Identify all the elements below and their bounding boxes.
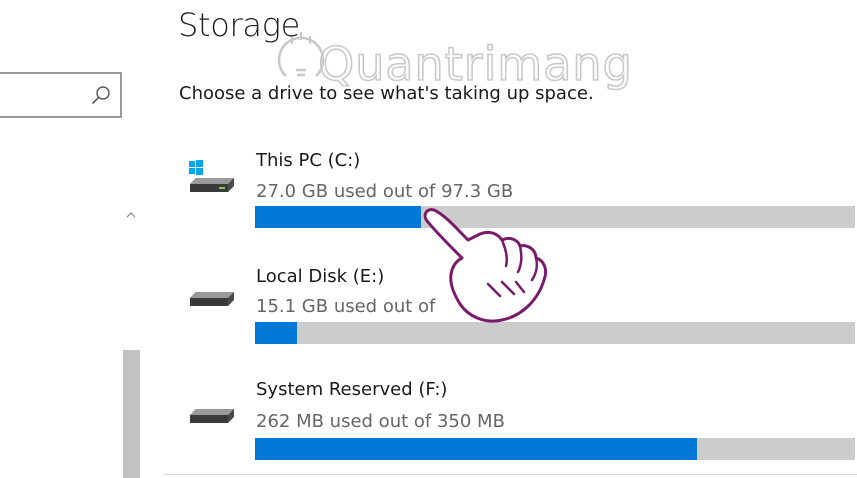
drive-name: This PC (C:) (256, 150, 361, 171)
scrollbar-thumb[interactable] (123, 350, 140, 478)
drive-usage-text: 262 MB used out of 350 MB (256, 411, 505, 432)
drive-usage-text: 15.1 GB used out of (256, 296, 436, 317)
drive-usage-bar (255, 438, 855, 460)
drive-item-f[interactable]: System Reserved (F:) 262 MB used out of … (180, 371, 857, 471)
drive-usage-bar-fill (255, 206, 422, 228)
system-drive-icon (189, 160, 234, 192)
scroll-up-arrow-icon[interactable] (126, 210, 136, 220)
hard-drive-icon (190, 409, 234, 423)
storage-settings-page: Quantrimang Storage Choose a drive to se… (0, 0, 857, 478)
hard-drive-icon (190, 292, 234, 306)
drive-usage-bar (255, 206, 855, 228)
search-icon[interactable] (90, 84, 112, 106)
drive-usage-text: 27.0 GB used out of 97.3 GB (256, 181, 514, 202)
drive-item-c[interactable]: This PC (C:) 27.0 GB used out of 97.3 GB (180, 140, 857, 240)
scrollbar[interactable] (122, 206, 140, 478)
drive-name: System Reserved (F:) (256, 379, 448, 400)
drive-item-e[interactable]: Local Disk (E:) 15.1 GB used out of (180, 256, 857, 356)
page-subtitle: Choose a drive to see what's taking up s… (179, 83, 594, 104)
drive-name: Local Disk (E:) (256, 266, 385, 287)
drive-usage-bar (255, 322, 855, 344)
search-box[interactable] (0, 72, 122, 118)
drive-usage-bar-fill (255, 438, 698, 460)
divider (164, 474, 857, 475)
drive-usage-bar-fill (255, 322, 297, 344)
page-title: Storage (178, 6, 300, 44)
search-input[interactable] (4, 80, 88, 112)
